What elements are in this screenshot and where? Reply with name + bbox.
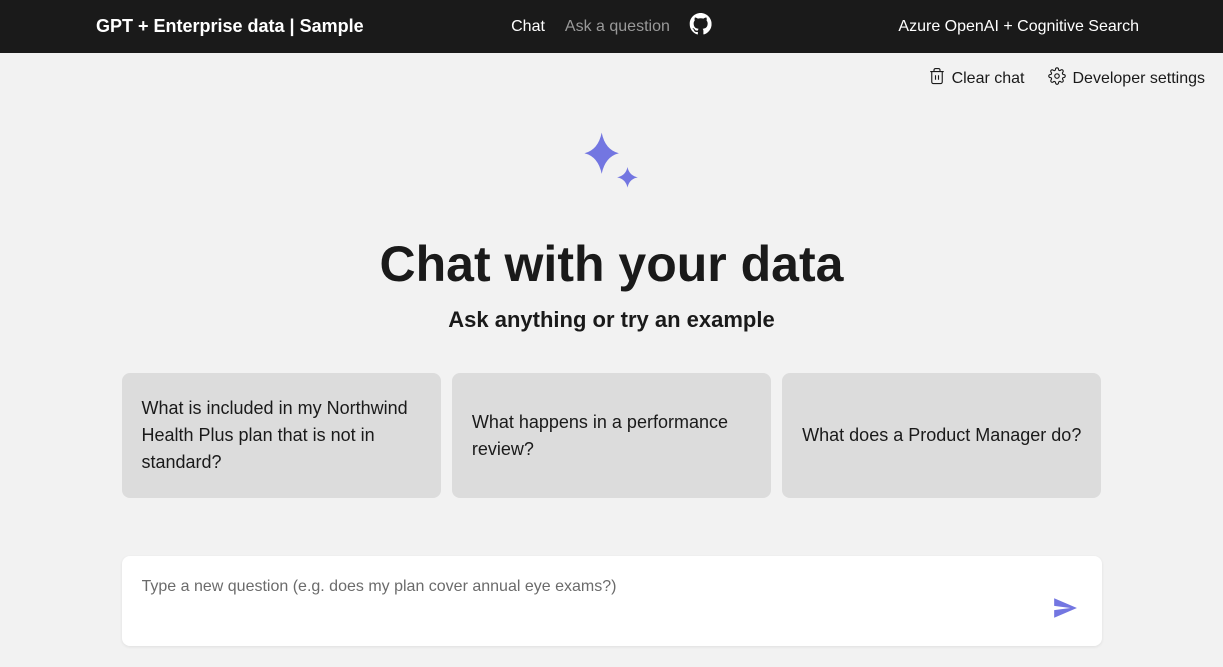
example-card[interactable]: What happens in a performance review? <box>452 373 771 498</box>
example-list: What is included in my Northwind Health … <box>122 373 1102 498</box>
developer-settings-label: Developer settings <box>1072 70 1205 88</box>
chat-input[interactable] <box>142 556 1048 596</box>
clear-chat-button[interactable]: Clear chat <box>928 67 1025 90</box>
gear-icon <box>1048 67 1066 90</box>
app-title: GPT + Enterprise data | Sample <box>24 16 364 37</box>
header-right-label: Azure OpenAI + Cognitive Search <box>898 18 1199 36</box>
sparkle-icon <box>569 124 655 215</box>
trash-icon <box>928 67 946 90</box>
developer-settings-button[interactable]: Developer settings <box>1048 67 1205 90</box>
toolbar: Clear chat Developer settings <box>0 53 1223 104</box>
nav-chat[interactable]: Chat <box>511 18 545 36</box>
send-button[interactable] <box>1048 591 1082 628</box>
main-content: Chat with your data Ask anything or try … <box>0 104 1223 646</box>
example-card[interactable]: What is included in my Northwind Health … <box>122 373 441 498</box>
header-nav: Chat Ask a question <box>511 13 712 40</box>
page-subtitle: Ask anything or try an example <box>448 307 774 333</box>
app-header: GPT + Enterprise data | Sample Chat Ask … <box>0 0 1223 53</box>
nav-ask-question[interactable]: Ask a question <box>565 18 670 36</box>
example-card[interactable]: What does a Product Manager do? <box>782 373 1101 498</box>
send-icon <box>1052 609 1078 624</box>
github-icon[interactable] <box>690 13 712 40</box>
chat-input-container <box>122 556 1102 646</box>
page-title: Chat with your data <box>380 235 844 293</box>
clear-chat-label: Clear chat <box>952 70 1025 88</box>
